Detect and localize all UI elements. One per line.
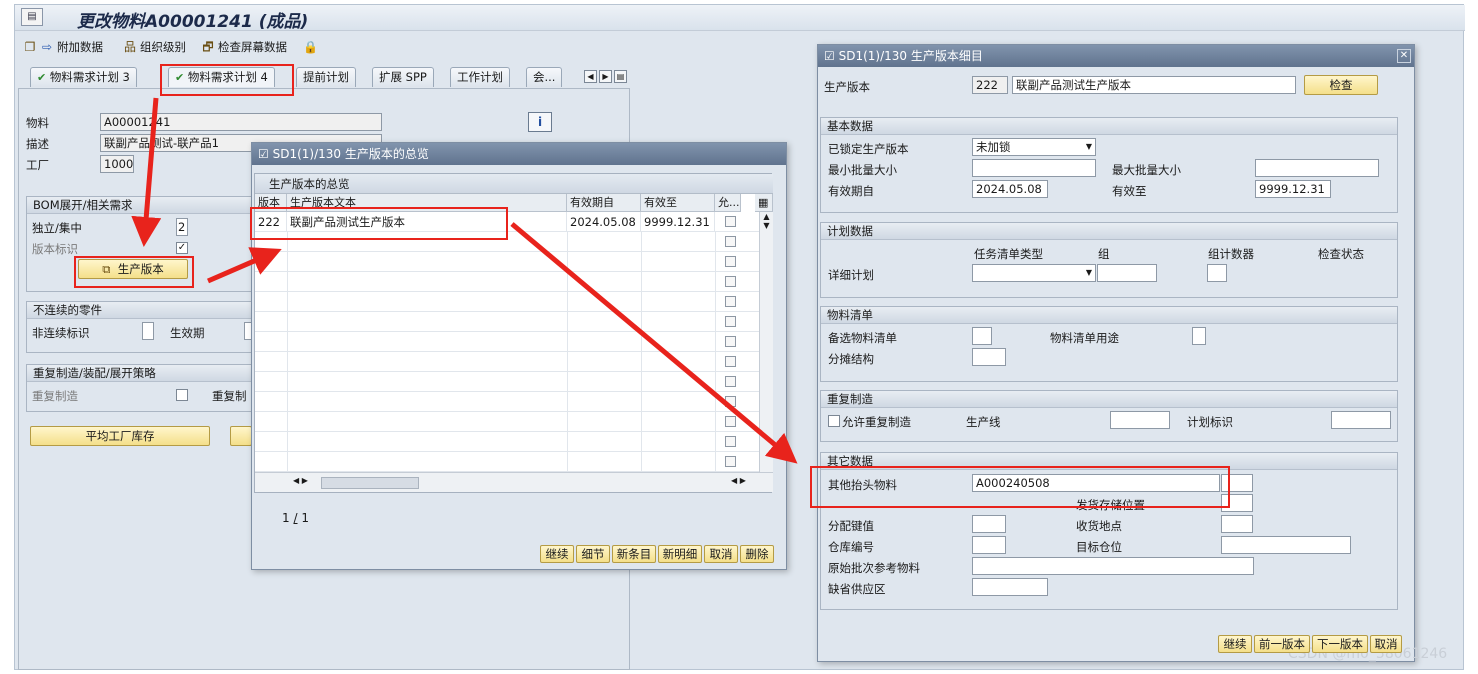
arrow-button-to-dialog bbox=[207, 247, 282, 284]
previous-version-button[interactable]: 前一版本 bbox=[1254, 635, 1310, 653]
annotation-arrows bbox=[131, 97, 798, 464]
arrow-tab-to-button bbox=[131, 97, 162, 247]
continue-button[interactable]: 继续 bbox=[1218, 635, 1252, 653]
arrow-row-to-detail bbox=[510, 222, 798, 464]
cancel-button[interactable]: 取消 bbox=[1370, 635, 1402, 653]
next-version-button[interactable]: 下一版本 bbox=[1312, 635, 1368, 653]
